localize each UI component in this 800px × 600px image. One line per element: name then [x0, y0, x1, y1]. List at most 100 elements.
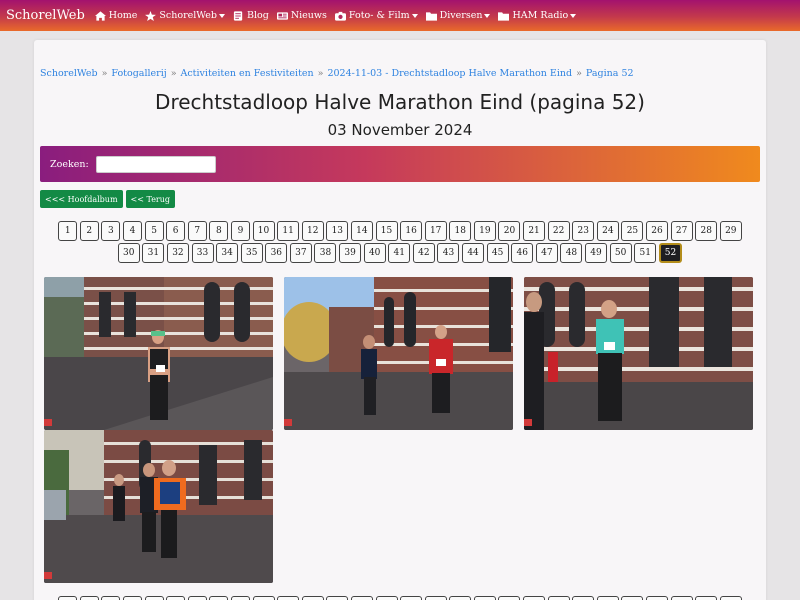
photo-thumbnail[interactable]	[44, 430, 273, 583]
page-button[interactable]: 22	[547, 221, 570, 241]
page-button[interactable]: 24	[596, 596, 619, 600]
page-button[interactable]: 3	[101, 221, 121, 241]
page-button[interactable]: 4	[122, 596, 142, 600]
page-button[interactable]: 19	[473, 596, 496, 600]
page-button[interactable]: 50	[609, 243, 632, 263]
page-button[interactable]: 31	[142, 243, 165, 263]
page-button[interactable]: 34	[216, 243, 239, 263]
breadcrumb-item[interactable]: Fotogallerij	[111, 68, 166, 79]
nav-blog[interactable]: Blog	[233, 10, 269, 21]
page-button[interactable]: 21	[523, 221, 546, 241]
page-button[interactable]: 33	[191, 243, 214, 263]
page-button[interactable]: 26	[646, 221, 669, 241]
nav-foto-film[interactable]: Foto- & Film	[334, 10, 418, 21]
page-button[interactable]: 27	[670, 221, 693, 241]
page-button[interactable]: 43	[437, 243, 460, 263]
page-button[interactable]: 19	[473, 221, 496, 241]
page-button[interactable]: 11	[277, 221, 300, 241]
page-button[interactable]: 14	[350, 221, 373, 241]
page-button[interactable]: 15	[375, 221, 398, 241]
page-button[interactable]: 22	[547, 596, 570, 600]
page-button[interactable]: 38	[314, 243, 337, 263]
page-button[interactable]: 35	[240, 243, 263, 263]
nav-nieuws[interactable]: Nieuws	[276, 10, 327, 21]
breadcrumb-item[interactable]: Activiteiten en Festiviteiten	[181, 68, 314, 79]
page-button[interactable]: 9	[230, 596, 250, 600]
page-button[interactable]: 49	[585, 243, 608, 263]
page-button[interactable]: 18	[449, 221, 472, 241]
page-button[interactable]: 37	[289, 243, 312, 263]
page-button[interactable]: 25	[621, 221, 644, 241]
back-button[interactable]: << Terug	[125, 190, 176, 208]
page-button[interactable]: 16	[400, 596, 423, 600]
page-button[interactable]: 7	[187, 221, 207, 241]
page-button[interactable]: 20	[498, 596, 521, 600]
page-button[interactable]: 7	[187, 596, 207, 600]
page-button[interactable]: 12	[301, 221, 324, 241]
breadcrumb-item[interactable]: SchorelWeb	[40, 68, 98, 79]
page-button[interactable]: 51	[634, 243, 657, 263]
nav-diversen[interactable]: Diversen	[425, 10, 491, 21]
page-button[interactable]: 23	[572, 221, 595, 241]
page-button[interactable]: 10	[252, 221, 275, 241]
breadcrumb-current[interactable]: Pagina 52	[586, 68, 634, 79]
page-button[interactable]: 20	[498, 221, 521, 241]
photo-thumbnail[interactable]	[284, 277, 513, 430]
page-button[interactable]: 45	[486, 243, 509, 263]
page-button[interactable]: 5	[144, 221, 164, 241]
page-button[interactable]: 13	[326, 596, 349, 600]
page-button[interactable]: 4	[122, 221, 142, 241]
page-button[interactable]: 6	[166, 596, 186, 600]
page-button[interactable]: 18	[449, 596, 472, 600]
page-button[interactable]: 42	[412, 243, 435, 263]
page-button[interactable]: 5	[144, 596, 164, 600]
page-button[interactable]: 29	[719, 596, 742, 600]
page-button[interactable]: 10	[252, 596, 275, 600]
page-button[interactable]: 1	[58, 221, 78, 241]
page-button[interactable]: 2	[79, 221, 99, 241]
page-button[interactable]: 26	[646, 596, 669, 600]
page-button[interactable]: 32	[166, 243, 189, 263]
main-album-button[interactable]: <<< Hoofdalbum	[40, 190, 123, 208]
nav-home[interactable]: Home	[94, 10, 137, 21]
page-button[interactable]: 24	[596, 221, 619, 241]
page-button[interactable]: 2	[79, 596, 99, 600]
page-button[interactable]: 46	[511, 243, 534, 263]
page-button[interactable]: 11	[277, 596, 300, 600]
nav-ham-radio[interactable]: HAM Radio	[498, 10, 577, 21]
page-button[interactable]: 17	[424, 221, 447, 241]
page-button[interactable]: 44	[462, 243, 485, 263]
photo-thumbnail[interactable]	[524, 277, 753, 430]
page-button-current[interactable]: 52	[658, 243, 683, 263]
page-button[interactable]: 28	[695, 596, 718, 600]
page-button[interactable]: 39	[339, 243, 362, 263]
photo-thumbnail[interactable]	[44, 277, 273, 430]
page-button[interactable]: 1	[58, 596, 78, 600]
page-button[interactable]: 41	[388, 243, 411, 263]
page-button[interactable]: 13	[326, 221, 349, 241]
brand-link[interactable]: SchorelWeb	[6, 8, 85, 23]
page-button[interactable]: 17	[424, 596, 447, 600]
page-button[interactable]: 16	[400, 221, 423, 241]
page-button[interactable]: 29	[719, 221, 742, 241]
page-button[interactable]: 8	[209, 596, 229, 600]
breadcrumb-item[interactable]: 2024-11-03 - Drechtstadloop Halve Marath…	[327, 68, 572, 79]
search-input[interactable]	[95, 155, 216, 173]
page-button[interactable]: 28	[695, 221, 718, 241]
page-button[interactable]: 47	[535, 243, 558, 263]
page-button[interactable]: 30	[117, 243, 140, 263]
page-button[interactable]: 12	[301, 596, 324, 600]
page-button[interactable]: 48	[560, 243, 583, 263]
page-button[interactable]: 36	[265, 243, 288, 263]
page-button[interactable]: 15	[375, 596, 398, 600]
nav-schorelweb[interactable]: SchorelWeb	[145, 10, 225, 21]
page-button[interactable]: 23	[572, 596, 595, 600]
page-button[interactable]: 21	[523, 596, 546, 600]
page-button[interactable]: 40	[363, 243, 386, 263]
page-button[interactable]: 27	[670, 596, 693, 600]
page-button[interactable]: 8	[209, 221, 229, 241]
page-button[interactable]: 14	[350, 596, 373, 600]
page-button[interactable]: 6	[166, 221, 186, 241]
page-button[interactable]: 3	[101, 596, 121, 600]
page-button[interactable]: 9	[230, 221, 250, 241]
